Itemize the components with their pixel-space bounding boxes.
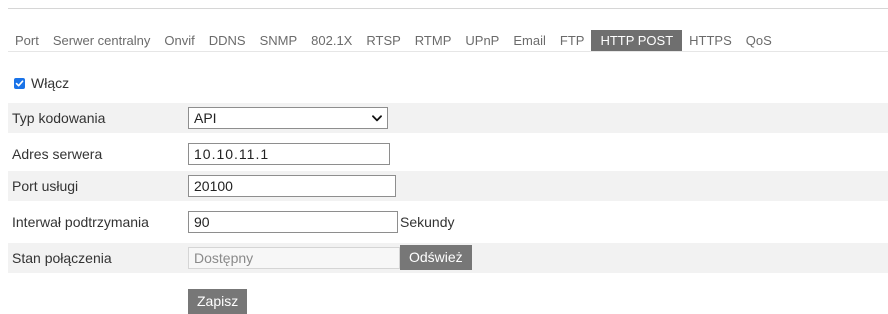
encoding-type-row: Typ kodowania API: [8, 103, 888, 133]
connection-status-row: Stan połączenia Dostępny Odśwież: [8, 243, 888, 273]
enable-label: Włącz: [31, 75, 70, 91]
tab-https[interactable]: HTTPS: [682, 30, 739, 51]
encoding-type-label: Typ kodowania: [12, 110, 106, 126]
server-address-row: Adres serwera 10.10.11.1: [8, 139, 888, 169]
chevron-down-icon: [372, 114, 382, 121]
service-port-input[interactable]: 20100: [188, 175, 396, 197]
enable-checkbox[interactable]: [14, 77, 25, 89]
tab-onvif[interactable]: Onvif: [157, 30, 201, 51]
service-port-label: Port usługi: [12, 178, 79, 194]
server-address-label: Adres serwera: [12, 146, 103, 162]
connection-status-label: Stan połączenia: [12, 250, 112, 266]
connection-status-field: Dostępny: [188, 247, 400, 269]
server-address-input[interactable]: 10.10.11.1: [188, 143, 390, 165]
checkmark-icon: [15, 79, 24, 86]
keepalive-interval-row: Interwał podtrzymania 90 Sekundy: [8, 207, 888, 237]
refresh-button[interactable]: Odśwież: [400, 245, 472, 270]
encoding-type-select[interactable]: API: [188, 107, 388, 129]
save-button[interactable]: Zapisz: [188, 289, 248, 314]
tab-qos[interactable]: QoS: [739, 30, 779, 51]
tab-upnp[interactable]: UPnP: [458, 30, 506, 51]
tabs-underline: [8, 51, 888, 52]
tab-rtmp[interactable]: RTMP: [408, 30, 459, 51]
tab-http-post[interactable]: HTTP POST: [591, 30, 683, 51]
tab-ftp[interactable]: FTP: [553, 30, 592, 51]
service-port-row: Port usługi 20100: [8, 171, 888, 201]
tab-rtsp[interactable]: RTSP: [359, 30, 407, 51]
keepalive-interval-label: Interwał podtrzymania: [12, 214, 149, 230]
tab-port[interactable]: Port: [8, 30, 46, 51]
encoding-type-value: API: [194, 110, 217, 126]
keepalive-unit: Sekundy: [400, 214, 455, 230]
tab-snmp[interactable]: SNMP: [253, 30, 305, 51]
enable-toggle[interactable]: Włącz: [14, 75, 69, 91]
tab-8021x[interactable]: 802.1X: [304, 30, 359, 51]
settings-tabs: Port Serwer centralny Onvif DDNS SNMP 80…: [8, 30, 779, 51]
keepalive-interval-input[interactable]: 90: [188, 211, 398, 233]
tab-central-server[interactable]: Serwer centralny: [46, 30, 158, 51]
tab-email[interactable]: Email: [506, 30, 553, 51]
tab-ddns[interactable]: DDNS: [202, 30, 253, 51]
top-divider: [8, 8, 888, 9]
